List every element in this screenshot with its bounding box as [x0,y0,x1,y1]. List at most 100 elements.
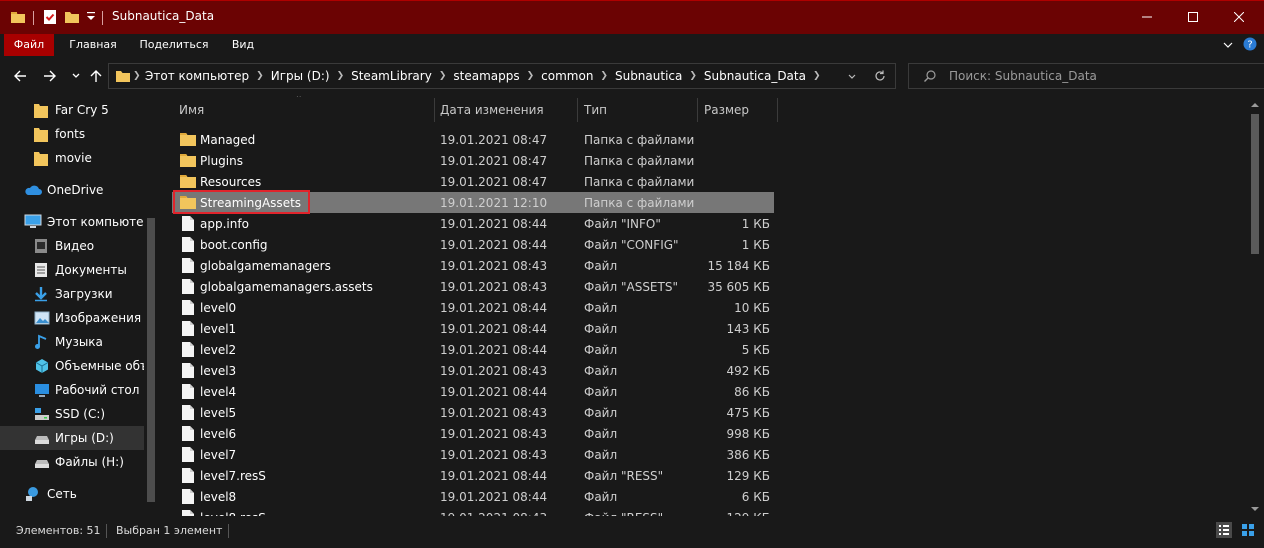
sidebar-item-network[interactable]: Сеть [0,482,144,506]
column-header-type[interactable]: Тип [584,96,607,124]
back-button[interactable] [10,67,30,87]
chevron-right-icon[interactable]: ❯ [527,71,535,81]
tab-view[interactable]: Вид [224,34,262,56]
sidebar-item-ssd-c[interactable]: SSD (C:) [0,402,144,426]
table-row[interactable]: Managed 19.01.2021 08:47 Папка с файлами [172,129,774,150]
chevron-right-icon[interactable]: ❯ [600,71,608,81]
sidebar-item-downloads[interactable]: Загрузки [0,282,144,306]
table-row[interactable]: boot.config 19.01.2021 08:44 Файл "CONFIG"… [172,234,774,255]
expand-ribbon-icon[interactable] [1222,39,1234,54]
chevron-right-icon[interactable]: ❯ [439,71,447,81]
table-row[interactable]: app.info 19.01.2021 08:44 Файл "INFO" 1 КБ [172,213,774,234]
table-row[interactable]: level6 19.01.2021 08:43 Файл 998 КБ [172,423,774,444]
column-header-name[interactable]: Имя [179,96,204,124]
sidebar-item-this-pc[interactable]: Этот компьютер [0,210,144,234]
table-row[interactable]: level3 19.01.2021 08:43 Файл 492 КБ [172,360,774,381]
table-row[interactable]: Plugins 19.01.2021 08:47 Папка с файлами [172,150,774,171]
sidebar-scrollbar[interactable] [144,96,158,516]
table-row[interactable]: level5 19.01.2021 08:43 Файл 475 КБ [172,402,774,423]
sidebar-item-fonts[interactable]: fonts [0,122,144,146]
chevron-right-icon[interactable]: ❯ [256,71,264,81]
file-type: Файл [584,301,618,315]
folder-icon [34,126,48,145]
sidebar-item-pictures[interactable]: Изображения [0,306,144,330]
address-history-button[interactable] [847,71,857,85]
file-size: 15 184 КБ [707,259,770,273]
table-row[interactable]: level2 19.01.2021 08:44 Файл 5 КБ [172,339,774,360]
sidebar-item-onedrive[interactable]: OneDrive [0,178,144,202]
sidebar-item-3d-objects[interactable]: Объемные объ [0,354,144,378]
sidebar-item-far-cry-5[interactable]: Far Cry 5 [0,98,144,122]
chevron-up-icon[interactable] [1251,98,1259,112]
file-name: level4 [200,385,237,399]
sidebar-item-video[interactable]: Видео [0,234,144,258]
sidebar-item-label: Файлы (H:) [55,455,124,469]
breadcrumb-item[interactable]: SteamLibrary [351,69,432,83]
file-date: 19.01.2021 08:44 [440,490,548,504]
close-button[interactable] [1216,1,1262,34]
search-input[interactable]: Поиск: Subnautica_Data [908,63,1264,89]
table-row[interactable]: level0 19.01.2021 08:44 Файл 10 КБ [172,297,774,318]
tab-file[interactable]: Файл [4,34,54,56]
chevron-right-icon[interactable]: ❯ [813,71,821,81]
sidebar-item-desktop[interactable]: Рабочий стол [0,378,144,402]
table-row[interactable]: globalgamemanagers 19.01.2021 08:43 Файл 15… [172,255,774,276]
breadcrumb-item[interactable]: Этот компьютер [145,69,249,83]
table-row[interactable]: level8.resS19.01.2021 08:43Файл "RESS"12… [172,507,774,516]
navigation-pane: Far Cry 5 fonts movie OneDrive Этот комп… [0,96,158,516]
sidebar-item-label: Этот компьютер [47,215,144,229]
file-size: 143 КБ [726,322,770,336]
network-icon [24,486,42,505]
details-view-button[interactable] [1216,522,1232,541]
sidebar-item-files-h[interactable]: Файлы (H:) [0,450,144,474]
help-icon[interactable]: ? [1243,37,1257,54]
table-row[interactable]: level4 19.01.2021 08:44 Файл 86 КБ [172,381,774,402]
table-row[interactable]: globalgamemanagers.assets 19.01.2021 08:4… [172,276,774,297]
up-button[interactable] [86,67,106,87]
file-size: 998 КБ [726,427,770,441]
maximize-button[interactable] [1170,1,1216,34]
chevron-right-icon[interactable]: ❯ [337,71,345,81]
new-folder-icon[interactable] [64,9,80,28]
chevron-down-icon[interactable] [1251,502,1259,516]
chevron-right-icon[interactable]: ❯ [689,71,697,81]
column-header-date[interactable]: Дата изменения [440,96,544,124]
table-row[interactable]: Resources 19.01.2021 08:47 Папка с файлами [172,171,774,192]
breadcrumb-item[interactable]: steamapps [453,69,519,83]
file-list-scrollbar-thumb[interactable] [1251,114,1259,254]
properties-icon[interactable] [42,9,58,28]
file-icon [182,426,194,444]
sidebar-item-movie[interactable]: movie [0,146,144,170]
file-type: Папка с файлами [584,154,695,168]
forward-button[interactable] [40,67,60,87]
sidebar-item-games-d[interactable]: Игры (D:) [0,426,144,450]
file-list-scrollbar[interactable] [1246,96,1264,516]
table-row[interactable]: level1 19.01.2021 08:44 Файл 143 КБ [172,318,774,339]
address-bar[interactable]: ❯ Этот компьютер ❯ Игры (D:) ❯ SteamLibr… [108,63,896,89]
recent-locations-button[interactable] [66,67,86,87]
sidebar-scrollbar-thumb[interactable] [147,218,155,502]
table-row[interactable]: level7.resS 19.01.2021 08:44 Файл "RESS" 12… [172,465,774,486]
table-row[interactable]: level8 19.01.2021 08:44 Файл 6 КБ [172,486,774,507]
file-type: Файл "RESS" [584,469,664,483]
table-row[interactable]: level7 19.01.2021 08:43 Файл 386 КБ [172,444,774,465]
customize-quick-access-icon[interactable] [86,11,96,26]
column-header-size[interactable]: Размер [704,96,749,124]
file-date: 19.01.2021 08:44 [440,469,548,483]
breadcrumb-item[interactable]: common [541,69,593,83]
file-date: 19.01.2021 08:44 [440,385,548,399]
breadcrumb-item[interactable]: Subnautica [615,69,682,83]
breadcrumb-item[interactable]: Игры (D:) [271,69,330,83]
refresh-button[interactable] [873,69,887,86]
file-type: Папка с файлами [584,133,695,147]
minimize-button[interactable] [1124,1,1170,34]
breadcrumb-item[interactable]: Subnautica_Data [704,69,806,83]
tab-share[interactable]: Поделиться [134,34,214,56]
sort-ascending-icon: ⌃ [295,96,303,104]
file-name: level2 [200,343,237,357]
tab-home[interactable]: Главная [62,34,124,56]
sidebar-item-documents[interactable]: Документы [0,258,144,282]
large-icons-view-button[interactable] [1240,522,1256,541]
file-type: Файл [584,406,618,420]
sidebar-item-music[interactable]: Музыка [0,330,144,354]
